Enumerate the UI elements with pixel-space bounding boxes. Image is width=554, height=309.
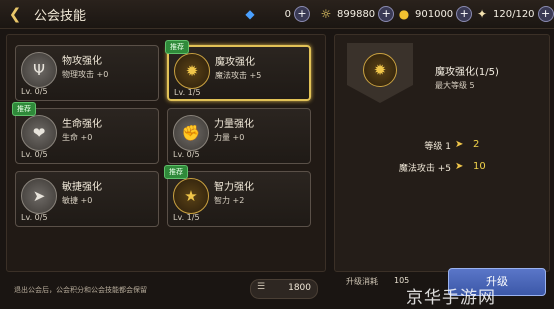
boot-icon: ➤ xyxy=(21,178,57,214)
skill-card-intelligence[interactable]: 推荐 ★ 智力强化 智力 +2 Lv. 1/5 xyxy=(164,165,311,227)
recommend-badge: 推荐 xyxy=(164,165,188,179)
coin-resource: ☼ 899880 + xyxy=(318,5,395,23)
crystal-icon: ◆ xyxy=(245,7,255,21)
stat-label: 魔法攻击 +5 xyxy=(398,164,451,174)
magic-icon: ✹ xyxy=(363,53,397,87)
skill-desc: 敏捷 +0 xyxy=(62,196,93,205)
stat-next-value: 2 xyxy=(473,139,480,150)
skill-name: 力量强化 xyxy=(214,119,254,130)
guild-points: ☰ 1800 xyxy=(250,279,318,299)
skill-level: Lv. 1/5 xyxy=(174,88,201,97)
skill-level: Lv. 0/5 xyxy=(21,213,48,222)
recommend-badge: 推荐 xyxy=(165,40,189,54)
stamina-plus-button[interactable]: + xyxy=(537,6,554,22)
watermark-logo: 京华手游网 xyxy=(406,288,496,308)
stamina-value: 120/120 xyxy=(493,8,535,20)
arrow-right-icon: ➤ xyxy=(455,139,464,150)
detail-skill-name: 魔攻强化(1/5) xyxy=(435,67,499,78)
fist-icon: ✊ xyxy=(173,115,209,151)
skill-card-magic-attack[interactable]: 推荐 ✹ 魔攻强化 魔法攻击 +5 Lv. 1/5 xyxy=(165,40,311,101)
coin-plus-button[interactable]: + xyxy=(378,6,395,22)
recommend-badge: 推荐 xyxy=(12,102,36,116)
cost-label: 升级消耗 xyxy=(346,277,378,286)
stamina-icon: ✦ xyxy=(476,7,488,21)
skill-desc: 力量 +0 xyxy=(214,133,245,142)
skill-name: 敏捷强化 xyxy=(62,182,102,193)
trident-icon: Ψ xyxy=(21,52,57,88)
crystal-resource: ◆ 0 + xyxy=(242,5,310,23)
gold-resource: ● 901000 + xyxy=(396,5,473,23)
coin-icon: ☼ xyxy=(320,7,332,21)
skill-desc: 魔法攻击 +5 xyxy=(215,71,262,80)
detail-max-level: 最大等级 5 xyxy=(435,81,475,90)
gold-plus-button[interactable]: + xyxy=(456,6,473,22)
crystal-value: 0 xyxy=(284,8,291,20)
top-bar: ❮ 公会技能 ◆ 0 + ☼ 899880 + ● 901000 + ✦ 120… xyxy=(0,0,554,29)
heart-icon: ❤ xyxy=(21,115,57,151)
points-icon: ☰ xyxy=(257,282,266,292)
stat-row-magic-attack: 魔法攻击 +5 ➤ 10 xyxy=(335,161,549,177)
points-value: 1800 xyxy=(288,283,311,293)
stamina-resource: ✦ 120/120 + xyxy=(474,5,554,23)
skill-desc: 生命 +0 xyxy=(62,133,93,142)
skill-card-agility[interactable]: ➤ 敏捷强化 敏捷 +0 Lv. 0/5 xyxy=(15,171,159,227)
skill-level: Lv. 1/5 xyxy=(173,213,200,222)
gold-value: 901000 xyxy=(415,8,454,20)
skill-name: 物攻强化 xyxy=(62,56,102,67)
skill-card-life[interactable]: 推荐 ❤ 生命强化 生命 +0 Lv. 0/5 xyxy=(12,102,159,164)
back-icon[interactable]: ❮ xyxy=(4,4,26,24)
gold-icon: ● xyxy=(398,7,410,21)
skill-card-strength[interactable]: ✊ 力量强化 力量 +0 Lv. 0/5 xyxy=(167,108,311,164)
stat-next-value: 10 xyxy=(473,161,486,172)
arrow-right-icon: ➤ xyxy=(455,161,464,172)
skill-desc: 智力 +2 xyxy=(214,196,245,205)
coin-value: 899880 xyxy=(337,8,376,20)
stat-label: 等级 1 xyxy=(424,142,451,152)
notice-text: 退出公会后，公会积分和公会技能都会保留 xyxy=(14,286,147,294)
skill-level: Lv. 0/5 xyxy=(173,150,200,159)
stat-row-level: 等级 1 ➤ 2 xyxy=(335,139,549,155)
skill-name: 魔攻强化 xyxy=(215,57,255,68)
skill-level: Lv. 0/5 xyxy=(21,150,48,159)
skill-desc: 物理攻击 +0 xyxy=(62,70,109,79)
skill-detail-panel: ✹ 魔攻强化(1/5) 最大等级 5 等级 1 ➤ 2 魔法攻击 +5 ➤ 10 xyxy=(334,34,550,272)
page-title: 公会技能 xyxy=(34,9,87,24)
footer: 退出公会后，公会积分和公会技能都会保留 ☰ 1800 xyxy=(0,273,330,307)
skill-list-panel: Ψ 物攻强化 物理攻击 +0 Lv. 0/5 推荐 ✹ 魔攻强化 魔法攻击 +5… xyxy=(6,34,326,272)
candle-icon: ★ xyxy=(173,178,209,214)
crystal-plus-button[interactable]: + xyxy=(294,6,310,22)
detail-emblem: ✹ xyxy=(347,43,413,103)
skill-name: 生命强化 xyxy=(62,119,102,130)
magic-icon: ✹ xyxy=(174,53,210,89)
skill-level: Lv. 0/5 xyxy=(21,87,48,96)
skill-name: 智力强化 xyxy=(214,182,254,193)
skill-card-physical-attack[interactable]: Ψ 物攻强化 物理攻击 +0 Lv. 0/5 xyxy=(15,45,159,101)
